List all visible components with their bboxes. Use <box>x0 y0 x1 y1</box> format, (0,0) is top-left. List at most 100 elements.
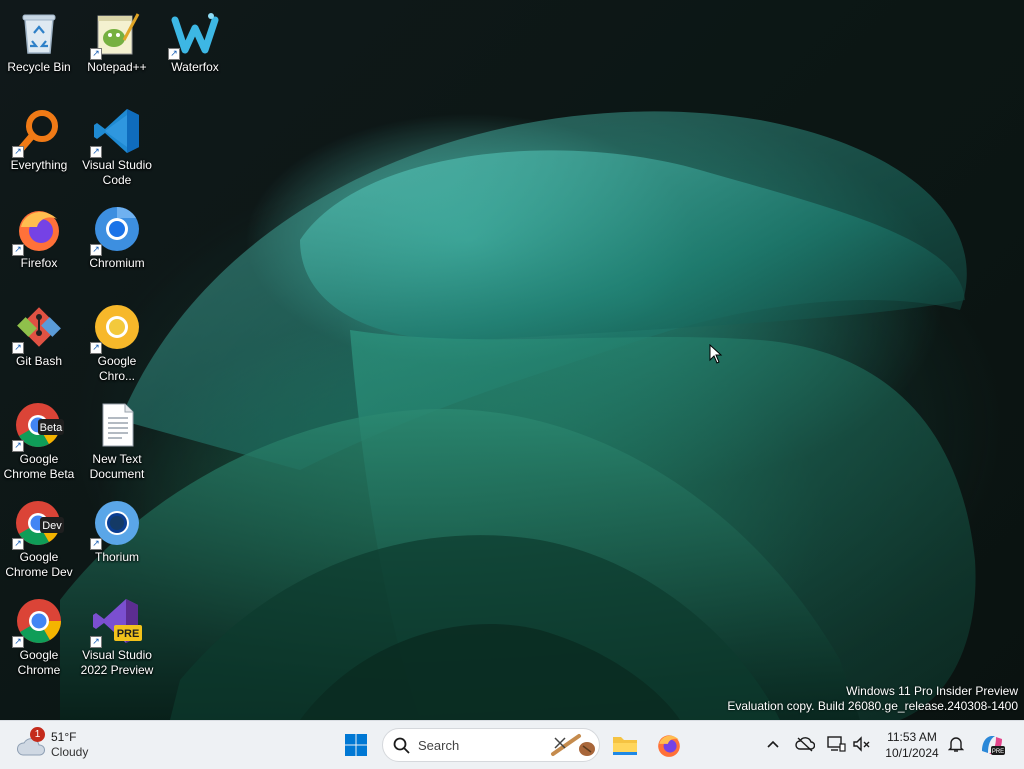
watermark-line: Windows 11 Pro Insider Preview <box>846 684 1018 698</box>
desktop-icon-chrome-dev[interactable]: Dev ↗ Google Chrome Dev <box>0 492 78 580</box>
shortcut-arrow-icon: ↗ <box>90 244 102 256</box>
git-bash-icon: ↗ <box>12 302 64 354</box>
copilot-button[interactable]: PRE <box>978 731 1006 759</box>
vscode-icon: ↗ <box>90 106 142 158</box>
desktop-icon-git-bash[interactable]: ↗ Git Bash <box>0 296 78 369</box>
start-button[interactable] <box>338 727 374 763</box>
desktop-icon-label: Recycle Bin <box>7 60 71 74</box>
windows-logo-icon <box>345 734 367 756</box>
desktop-icon-label: Google <box>19 452 59 466</box>
volume-tray-icon[interactable] <box>851 733 873 755</box>
desktop-icon-label: Chromium <box>89 256 145 270</box>
desktop-icon-firefox[interactable]: ↗ Firefox <box>0 198 78 271</box>
taskbar-search-box[interactable]: Search <box>382 728 600 762</box>
waterfox-icon: ↗ <box>168 8 220 60</box>
weather-temperature: 51°F <box>51 730 77 744</box>
desktop-icon-waterfox[interactable]: ↗ Waterfox <box>156 2 234 75</box>
desktop-icon-label: Visual Studio <box>82 648 152 662</box>
chrome-dev-icon: Dev ↗ <box>12 498 64 550</box>
firefox-taskbar-button[interactable] <box>651 727 687 763</box>
onedrive-tray-icon[interactable] <box>794 733 816 755</box>
icon-badge-text: Dev <box>42 520 62 532</box>
shortcut-arrow-icon: ↗ <box>12 342 24 354</box>
folder-icon <box>613 737 637 755</box>
desktop-icon-label: Google <box>19 648 59 662</box>
desktop-icon-label: Google <box>97 354 137 368</box>
shortcut-arrow-icon: ↗ <box>12 538 24 550</box>
shortcut-arrow-icon: ↗ <box>12 244 24 256</box>
desktop-icon-visual-studio-preview[interactable]: PRE ↗ Visual Studio 2022 Preview <box>78 590 156 678</box>
icon-badge-text: Beta <box>40 422 64 434</box>
chrome-beta-icon: Beta ↗ <box>12 400 64 452</box>
shortcut-arrow-icon: ↗ <box>90 342 102 354</box>
desktop-icon-chrome-canary[interactable]: ↗ Google Chro... <box>78 296 156 384</box>
weather-condition: Cloudy <box>51 745 89 759</box>
everything-search-icon: ↗ <box>12 106 64 158</box>
chevron-up-icon <box>767 740 779 748</box>
desktop-icon-label: Waterfox <box>171 60 219 74</box>
desktop-icon-label: Thorium <box>94 550 139 564</box>
search-placeholder: Search <box>418 738 460 753</box>
network-tray-icon[interactable] <box>825 733 847 755</box>
desktop-icon-label: Visual Studio <box>82 158 152 172</box>
desktop-icon-chromium[interactable]: ↗ Chromium <box>78 198 156 271</box>
desktop-icon-label: Document <box>89 467 145 481</box>
thorium-icon: ↗ <box>90 498 142 550</box>
visual-studio-preview-icon: PRE ↗ <box>90 596 142 648</box>
shortcut-arrow-icon: ↗ <box>90 146 102 158</box>
svg-text:PRE: PRE <box>992 749 1004 755</box>
watermark-line: Evaluation copy. Build 26080.ge_release.… <box>727 699 1018 713</box>
shortcut-arrow-icon: ↗ <box>12 440 24 452</box>
clock-date: 10/1/2024 <box>885 746 939 760</box>
recycle-bin-icon <box>14 8 64 58</box>
evaluation-watermark: Windows 11 Pro Insider Preview Evaluatio… <box>727 684 1018 714</box>
desktop: Recycle Bin ↗ Notepad++ ↗ Waterfox ↗ Eve… <box>0 0 1024 720</box>
desktop-icon-label: Code <box>102 173 132 187</box>
desktop-icon-label: Firefox <box>20 256 58 270</box>
notepad-plus-plus-icon: ↗ <box>90 8 142 60</box>
desktop-icon-label: Google <box>19 550 59 564</box>
chrome-icon: ↗ <box>12 596 64 648</box>
desktop-icon-label: Notepad++ <box>87 60 147 74</box>
text-document-icon <box>92 400 142 450</box>
desktop-icon-label: Everything <box>10 158 68 172</box>
desktop-icon-label: Chro... <box>98 369 135 383</box>
icon-badge-text: PRE <box>117 628 140 640</box>
speaker-muted-icon <box>853 736 870 752</box>
cloud-offline-icon <box>795 737 815 752</box>
desktop-icon-notepad-plus-plus[interactable]: ↗ Notepad++ <box>78 2 156 75</box>
taskbar: 1 51°F Cloudy Search 11:53 AM 10/1/2024 … <box>0 720 1024 769</box>
desktop-icon-label: Chrome Dev <box>5 565 73 579</box>
search-icon <box>393 737 410 754</box>
desktop-icon-label: Git Bash <box>15 354 63 368</box>
desktop-icon-recycle-bin[interactable]: Recycle Bin <box>0 2 78 75</box>
shortcut-arrow-icon: ↗ <box>12 636 24 648</box>
shortcut-arrow-icon: ↗ <box>90 538 102 550</box>
shortcut-arrow-icon: ↗ <box>168 48 180 60</box>
desktop-icon-thorium[interactable]: ↗ Thorium <box>78 492 156 565</box>
copilot-icon: PRE <box>982 736 1005 755</box>
firefox-icon: ↗ <box>12 204 64 256</box>
network-icon <box>827 736 846 752</box>
show-hidden-icons-button[interactable] <box>762 733 784 755</box>
taskbar-clock[interactable]: 11:53 AM 10/1/2024 <box>876 729 948 761</box>
notification-badge: 1 <box>30 727 45 742</box>
desktop-icon-label: New Text <box>92 452 142 466</box>
desktop-icon-chrome[interactable]: ↗ Google Chrome <box>0 590 78 678</box>
desktop-icon-new-text-document[interactable]: New Text Document <box>78 394 156 482</box>
shortcut-arrow-icon: ↗ <box>12 146 24 158</box>
chromium-icon: ↗ <box>90 204 142 256</box>
bell-icon <box>948 737 964 752</box>
file-explorer-taskbar-button[interactable] <box>607 727 643 763</box>
notifications-button[interactable] <box>945 733 967 755</box>
search-highlight-doodle-icon <box>551 734 595 756</box>
desktop-icon-label: Chrome Beta <box>3 467 75 481</box>
shortcut-arrow-icon: ↗ <box>90 636 102 648</box>
shortcut-arrow-icon: ↗ <box>90 48 102 60</box>
desktop-icon-everything[interactable]: ↗ Everything <box>0 100 78 173</box>
desktop-icon-vscode[interactable]: ↗ Visual Studio Code <box>78 100 156 188</box>
firefox-icon <box>658 735 680 757</box>
weather-widget[interactable]: 1 51°F Cloudy <box>16 727 126 763</box>
desktop-icon-label: Chrome <box>17 663 61 677</box>
desktop-icon-chrome-beta[interactable]: Beta ↗ Google Chrome Beta <box>0 394 78 482</box>
